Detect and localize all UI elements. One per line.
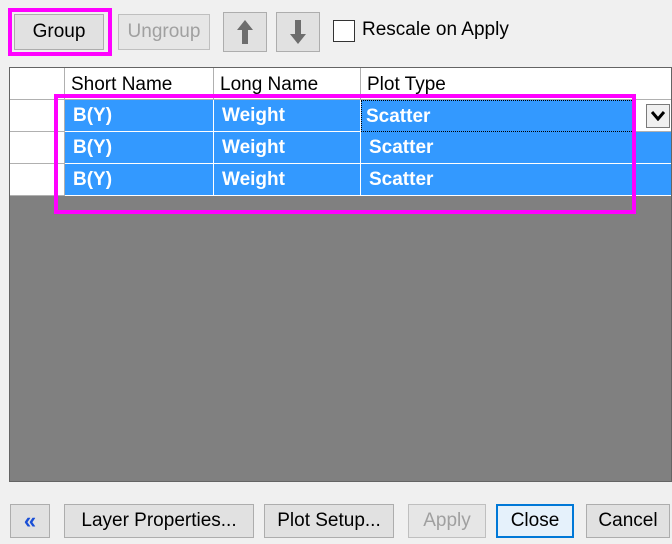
apply-label: Apply xyxy=(423,510,471,531)
layer-properties-button[interactable]: Layer Properties... xyxy=(64,504,254,538)
cancel-label: Cancel xyxy=(598,510,658,531)
rescale-checkbox[interactable] xyxy=(333,20,355,42)
grid-corner-header xyxy=(10,68,65,100)
cell-long-name-3[interactable]: Weight xyxy=(214,164,361,196)
cell-plot-type-1[interactable]: Scatter xyxy=(361,100,636,132)
ungroup-button[interactable]: Ungroup xyxy=(118,14,210,50)
group-button[interactable]: Group xyxy=(14,14,104,50)
cell-long-name-2[interactable]: Weight xyxy=(214,132,361,164)
column-header-long-name-label: Long Name xyxy=(220,74,319,95)
column-header-short-name-label: Short Name xyxy=(71,74,173,95)
arrow-down-icon xyxy=(290,20,306,44)
column-header-short-name[interactable]: Short Name xyxy=(65,68,214,100)
cell-short-name-3[interactable]: B(Y) xyxy=(65,164,214,196)
cancel-button[interactable]: Cancel xyxy=(586,504,670,538)
group-button-label: Group xyxy=(32,21,86,42)
column-header-plot-type-label: Plot Type xyxy=(367,74,446,95)
cell-short-name-2[interactable]: B(Y) xyxy=(65,132,214,164)
plot-type-dropdown[interactable] xyxy=(646,104,670,128)
plot-setup-button[interactable]: Plot Setup... xyxy=(264,504,394,538)
close-label: Close xyxy=(510,510,560,531)
ungroup-button-label: Ungroup xyxy=(127,21,201,42)
cell-plot-type-2[interactable]: Scatter xyxy=(361,132,671,164)
column-header-long-name[interactable]: Long Name xyxy=(214,68,361,100)
move-up-button[interactable] xyxy=(223,12,267,52)
rescale-label: Rescale on Apply xyxy=(362,19,509,40)
layer-properties-label: Layer Properties... xyxy=(81,510,237,531)
cell-short-name-1[interactable]: B(Y) xyxy=(65,100,214,132)
plot-list-grid[interactable]: Short Name Long Name Plot Type B(Y) Weig… xyxy=(9,67,672,482)
plot-setup-label: Plot Setup... xyxy=(277,510,381,531)
row-header-1[interactable] xyxy=(10,100,65,132)
column-header-plot-type[interactable]: Plot Type xyxy=(361,68,671,100)
apply-button[interactable]: Apply xyxy=(408,504,486,538)
collapse-button[interactable]: « xyxy=(10,504,50,538)
row-header-2[interactable] xyxy=(10,132,65,164)
collapse-icon: « xyxy=(23,508,37,533)
row-header-3[interactable] xyxy=(10,164,65,196)
cell-long-name-1[interactable]: Weight xyxy=(214,100,361,132)
close-button[interactable]: Close xyxy=(496,504,574,538)
arrow-up-icon xyxy=(237,20,253,44)
chevron-down-icon xyxy=(651,111,665,121)
cell-plot-type-3[interactable]: Scatter xyxy=(361,164,671,196)
move-down-button[interactable] xyxy=(276,12,320,52)
